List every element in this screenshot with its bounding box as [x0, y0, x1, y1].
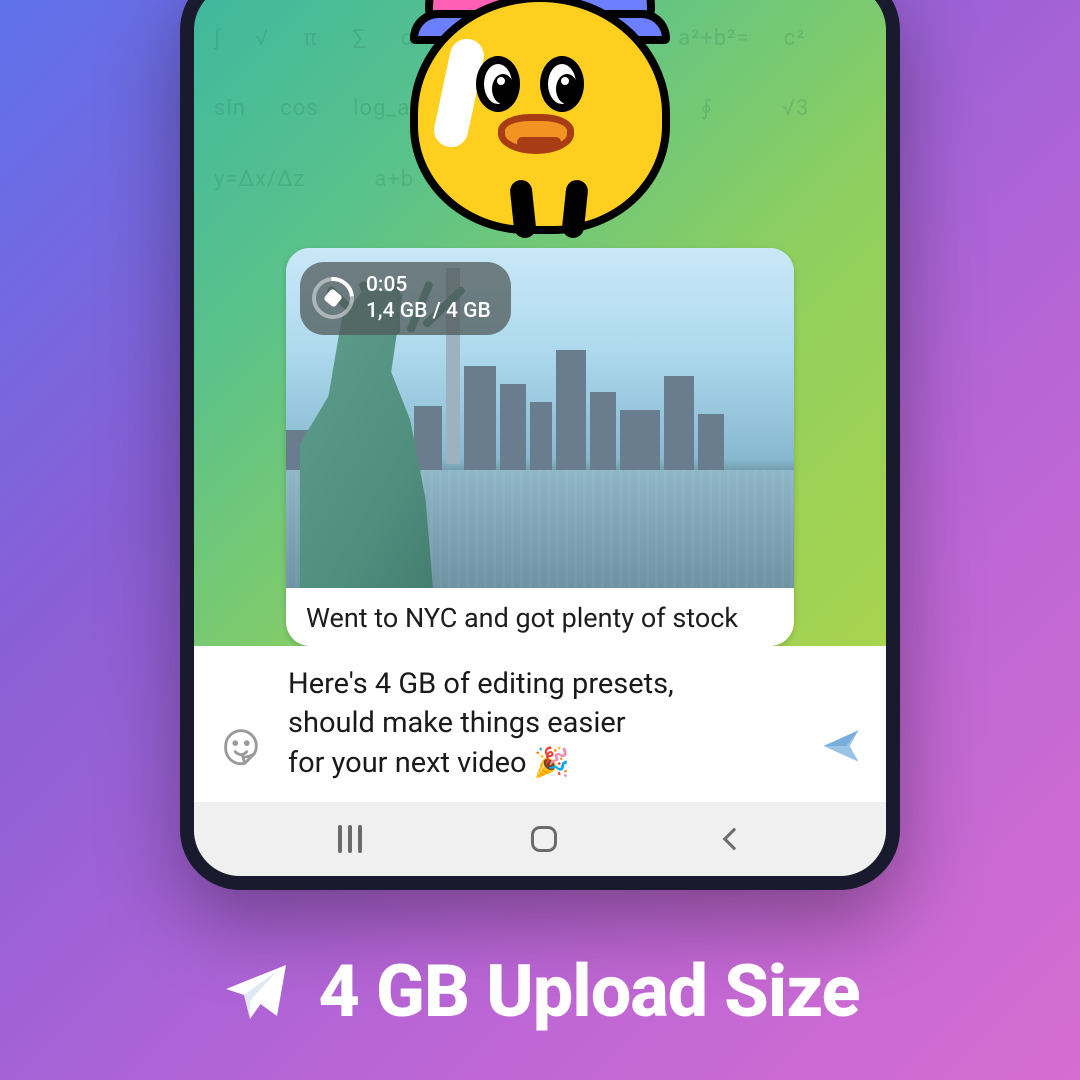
chat-screen: ★ — [194, 0, 886, 876]
promo-title: 4 GB Upload Size — [318, 949, 859, 1034]
nav-back-button[interactable] — [722, 828, 745, 851]
video-message-bubble[interactable]: 0:05 1,4 GB / 4 GB Went to NYC and got p… — [286, 248, 794, 646]
upload-size: 1,4 GB / 4 GB — [366, 298, 491, 324]
upload-time: 0:05 — [366, 272, 491, 298]
sticker-button[interactable] — [218, 723, 264, 769]
video-thumbnail: 0:05 1,4 GB / 4 GB — [286, 248, 794, 588]
upload-progress-badge[interactable]: 0:05 1,4 GB / 4 GB — [300, 262, 511, 335]
message-input[interactable]: Here's 4 GB of editing presets, should m… — [288, 665, 674, 782]
message-caption: Went to NYC and got plenty of stock — [286, 588, 794, 646]
nav-home-button[interactable] — [531, 826, 557, 852]
cancel-upload-icon[interactable] — [303, 269, 362, 328]
nav-recents-button[interactable] — [338, 825, 362, 853]
android-nav-bar — [194, 802, 886, 876]
duck-sticker: ★ — [380, 0, 700, 244]
phone-frame: ★ — [180, 0, 900, 890]
telegram-logo-icon — [220, 956, 292, 1028]
send-button[interactable] — [820, 725, 862, 767]
message-input-bar: Here's 4 GB of editing presets, should m… — [194, 646, 886, 802]
promo-footer: 4 GB Upload Size — [0, 949, 1080, 1034]
